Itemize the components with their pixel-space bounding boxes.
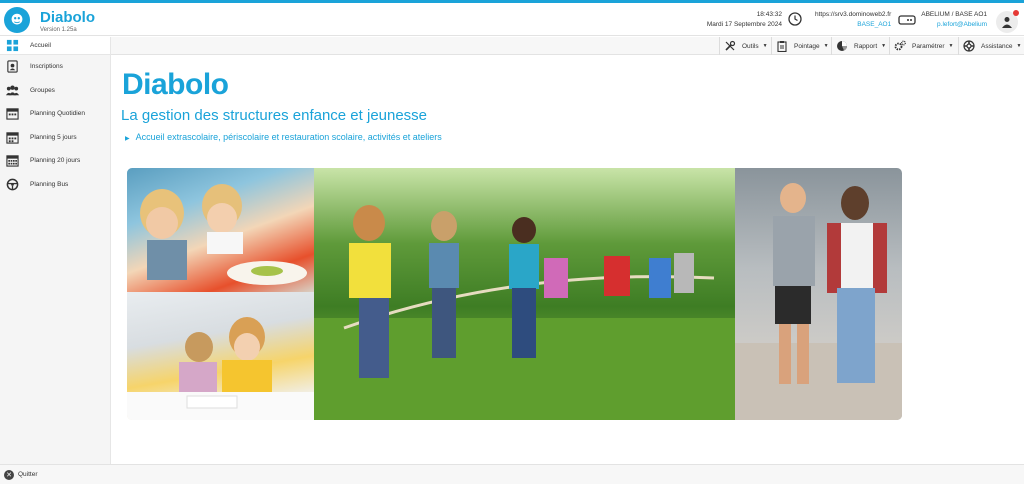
- server-url: https://srv3.dominoweb2.fr: [815, 11, 892, 18]
- toolbar-parametrer-label: Paramétrer: [912, 42, 945, 50]
- toolbar-outils[interactable]: Outils ▼: [719, 37, 768, 55]
- main-content: Diabolo La gestion des structures enfanc…: [111, 56, 1024, 464]
- toolbar-rapport[interactable]: Rapport ▼: [831, 37, 886, 55]
- clock-icon: [788, 12, 802, 26]
- toolbar-assistance-label: Assistance: [981, 42, 1013, 50]
- current-time: 18:43:32: [756, 11, 782, 18]
- sidebar-item-planning-quotidien[interactable]: Planning Quotidien: [0, 102, 110, 126]
- photo-children-drawing: [127, 292, 314, 420]
- app-name: Diabolo: [40, 9, 95, 26]
- chevron-down-icon: ▼: [762, 43, 768, 49]
- sidebar-item-label: Groupes: [30, 86, 55, 94]
- toolbar-rapport-label: Rapport: [854, 42, 878, 50]
- account-organisation: ABELIUM / BASE AO1: [921, 11, 987, 18]
- current-date: Mardi 17 Septembre 2024: [706, 21, 782, 28]
- sidebar-item-label: Planning Bus: [30, 180, 69, 188]
- page-tagline: La gestion des structures enfance et jeu…: [121, 107, 428, 124]
- triangle-right-icon: ▶: [125, 136, 130, 142]
- photo-tug-of-war: [314, 168, 735, 420]
- photo-children-lunch: [127, 168, 314, 292]
- app-header: Diabolo Version 1.25a 18:43:32 Mardi 17 …: [0, 3, 1024, 36]
- grid-icon: [4, 39, 20, 53]
- app-version: Version 1.25a: [40, 27, 77, 33]
- sidebar-item-planning-20-jours[interactable]: Planning 20 jours: [0, 149, 110, 173]
- sidebar: Accueil Inscriptions Groupes Planning Qu…: [0, 37, 111, 464]
- sidebar-item-label: Inscriptions: [30, 63, 63, 71]
- brand-logo-text: Diabolo: [122, 68, 229, 101]
- sidebar-item-label: Planning 20 jours: [30, 157, 81, 165]
- sidebar-item-label: Accueil: [30, 42, 51, 49]
- app-footer: ✕ Quitter: [0, 464, 1024, 484]
- calendar-week-icon: [4, 130, 20, 144]
- close-icon[interactable]: ✕: [4, 469, 14, 480]
- photo-teenagers-walking: [735, 168, 902, 420]
- account-email[interactable]: p.lefort@Abelium: [921, 20, 987, 30]
- calendar-month-icon: [4, 154, 20, 168]
- toolbar-assistance[interactable]: Assistance ▼: [958, 37, 1021, 55]
- sidebar-item-label: Planning 5 jours: [30, 133, 77, 141]
- calendar-day-icon: [4, 107, 20, 121]
- chevron-down-icon: ▼: [948, 43, 954, 49]
- app-logo-icon[interactable]: [4, 7, 30, 33]
- clock-display: 18:43:32 Mardi 17 Septembre 2024: [707, 10, 782, 30]
- sidebar-item-groupes[interactable]: Groupes: [0, 79, 110, 103]
- sidebar-item-planning-bus[interactable]: Planning Bus: [0, 173, 110, 197]
- sidebar-item-inscriptions[interactable]: Inscriptions: [0, 55, 110, 79]
- registration-icon: [4, 60, 20, 74]
- toolbar-parametrer[interactable]: Paramétrer ▼: [889, 37, 953, 55]
- user-icon: [1002, 17, 1012, 28]
- clipboard-icon: [777, 41, 787, 52]
- report-chart-icon: [837, 41, 847, 51]
- toolbar: Outils ▼ Pointage ▼ Rapport ▼ Paramétrer…: [111, 37, 1024, 55]
- user-avatar[interactable]: [996, 10, 1019, 33]
- sidebar-item-label: Planning Quotidien: [30, 110, 85, 118]
- steering-wheel-icon: [4, 177, 20, 191]
- sidebar-item-accueil[interactable]: Accueil: [0, 37, 110, 55]
- server-base[interactable]: BASE_AO1: [815, 20, 891, 30]
- group-icon: [4, 83, 20, 97]
- sidebar-item-planning-5-jours[interactable]: Planning 5 jours: [0, 126, 110, 150]
- chevron-down-icon: ▼: [1016, 43, 1022, 49]
- lifebuoy-icon: [963, 40, 975, 52]
- server-info: https://srv3.dominoweb2.fr BASE_AO1: [815, 10, 891, 30]
- tools-icon: [725, 40, 736, 51]
- toolbar-pointage[interactable]: Pointage ▼: [771, 37, 829, 55]
- gear-icon: [894, 40, 906, 51]
- page-subline: ▶ Accueil extrascolaire, périscolaire et …: [125, 132, 442, 142]
- notification-dot: [1013, 10, 1019, 16]
- quit-button[interactable]: Quitter: [18, 471, 38, 478]
- chevron-down-icon: ▼: [881, 43, 887, 49]
- server-icon: [898, 15, 916, 25]
- toolbar-pointage-label: Pointage: [794, 42, 820, 50]
- chevron-down-icon: ▼: [823, 43, 829, 49]
- account-info: ABELIUM / BASE AO1 p.lefort@Abelium: [921, 10, 987, 30]
- page-subline-text: Accueil extrascolaire, périscolaire et r…: [135, 132, 442, 142]
- toolbar-outils-label: Outils: [742, 42, 759, 50]
